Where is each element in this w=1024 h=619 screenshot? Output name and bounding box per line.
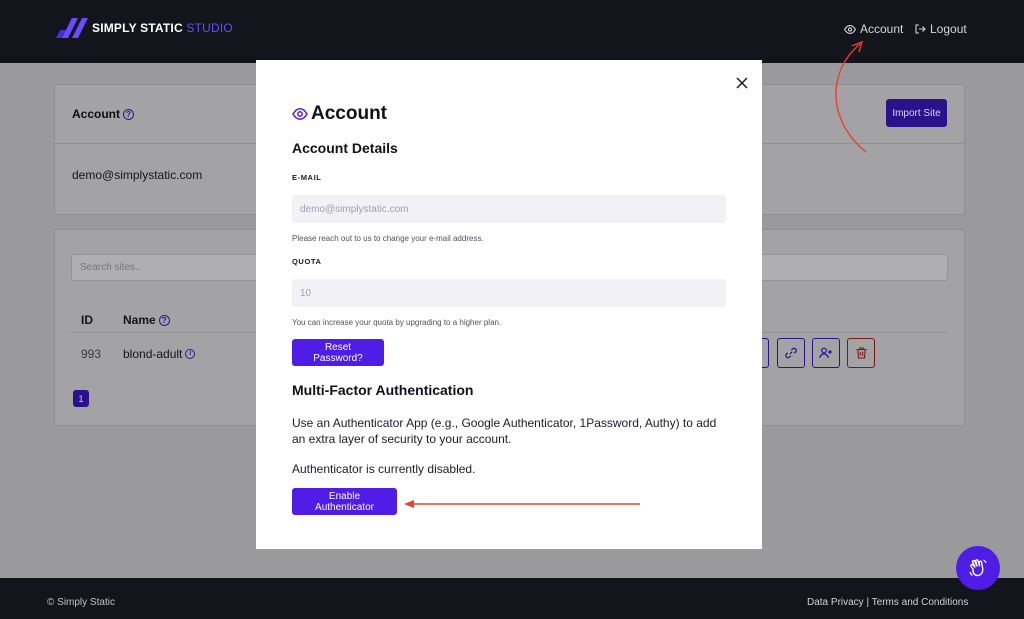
- link-icon: [785, 347, 797, 359]
- user-plus-icon: [819, 347, 832, 359]
- eye-icon: [844, 24, 856, 34]
- column-header-name-text: Name: [123, 313, 156, 327]
- footer-links[interactable]: Data Privacy | Terms and Conditions: [807, 597, 968, 608]
- delete-site-button[interactable]: [847, 338, 875, 368]
- enable-authenticator-button[interactable]: Enable Authenticator: [292, 488, 397, 515]
- column-header-name: Name ?: [123, 313, 170, 327]
- copy-link-button[interactable]: [777, 338, 805, 368]
- logo-main: SIMPLY STATIC: [92, 21, 183, 35]
- reset-password-button[interactable]: Reset Password?: [292, 339, 384, 366]
- mfa-heading: Multi-Factor Authentication: [292, 382, 474, 398]
- question-icon[interactable]: ?: [158, 314, 170, 326]
- site-name-cell[interactable]: blond-adult i: [123, 347, 196, 361]
- quota-hint: You can increase your quota by upgrading…: [292, 318, 502, 327]
- pagination-page-1[interactable]: 1: [73, 390, 89, 407]
- eye-icon: [292, 108, 308, 120]
- help-chat-button[interactable]: [956, 546, 1000, 590]
- modal-title: Account: [292, 103, 387, 125]
- footer-copyright: © Simply Static: [47, 597, 115, 608]
- footer: © Simply Static Data Privacy | Terms and…: [0, 578, 1024, 619]
- site-id-cell: 993: [81, 347, 102, 361]
- logo-text: SIMPLY STATIC STUDIO: [92, 21, 233, 35]
- import-site-button[interactable]: Import Site: [886, 99, 947, 127]
- account-modal: Account Account Details E-MAIL Please re…: [256, 60, 762, 549]
- nav-account-link[interactable]: Account: [844, 22, 903, 36]
- column-header-id: ID: [81, 313, 93, 327]
- site-name-text: blond-adult: [123, 347, 183, 361]
- nav-logout-link[interactable]: Logout: [915, 22, 967, 36]
- top-header: SIMPLY STATIC STUDIO Account Logout: [0, 0, 1024, 63]
- mfa-status: Authenticator is currently disabled.: [292, 462, 476, 476]
- account-email: demo@simplystatic.com: [72, 168, 203, 182]
- trash-icon: [856, 347, 866, 359]
- logo-mark-icon: [56, 18, 88, 38]
- question-icon[interactable]: ?: [123, 108, 134, 120]
- add-user-button[interactable]: [812, 338, 840, 368]
- close-modal-button[interactable]: [733, 74, 751, 92]
- nav-account-label: Account: [860, 22, 904, 36]
- close-icon: [736, 77, 748, 89]
- modal-title-text: Account: [311, 103, 387, 124]
- mfa-description: Use an Authenticator App (e.g., Google A…: [292, 416, 717, 446]
- account-card-title-text: Account: [72, 107, 120, 121]
- logo-accent: STUDIO: [186, 21, 233, 35]
- logo[interactable]: SIMPLY STATIC STUDIO: [56, 18, 233, 38]
- email-field[interactable]: [292, 195, 726, 223]
- account-details-heading: Account Details: [292, 140, 398, 156]
- wave-hand-icon: [969, 559, 987, 577]
- quota-label: QUOTA: [292, 257, 322, 266]
- info-icon[interactable]: i: [185, 349, 196, 359]
- email-label: E-MAIL: [292, 173, 322, 182]
- quota-field[interactable]: [292, 279, 726, 307]
- nav-logout-label: Logout: [930, 22, 967, 36]
- logout-icon: [915, 24, 926, 34]
- account-card-title: Account ?: [72, 107, 134, 121]
- email-hint: Please reach out to us to change your e-…: [292, 234, 484, 243]
